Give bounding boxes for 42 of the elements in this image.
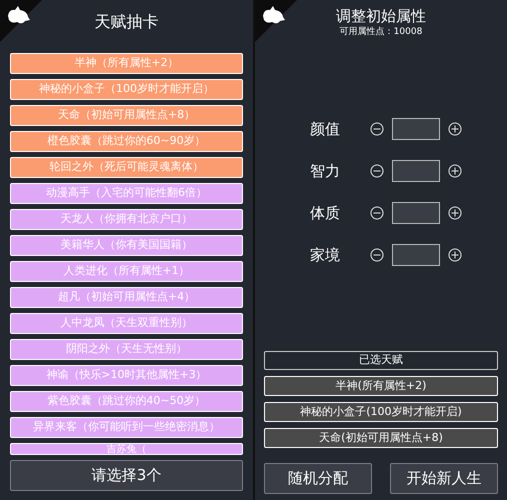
value-field[interactable] <box>392 160 440 182</box>
minus-icon[interactable] <box>370 122 384 136</box>
talent-card[interactable]: 橙色胶囊（跳过你的60~90岁） <box>10 131 243 152</box>
select-button[interactable]: 请选择3个 <box>10 460 243 491</box>
talent-card[interactable]: 神谕（快乐>10时其他属性+3） <box>10 365 243 386</box>
talent-card[interactable]: 天命（初始可用属性点+8） <box>10 105 243 126</box>
plus-icon[interactable] <box>448 206 462 220</box>
talent-card[interactable]: 神秘的小盒子（100岁时才能开启） <box>10 79 243 100</box>
plus-icon[interactable] <box>448 164 462 178</box>
minus-icon[interactable] <box>370 248 384 262</box>
talent-card[interactable]: 天龙人（你拥有北京户口） <box>10 209 243 230</box>
attribute-label: 家境 <box>310 244 341 266</box>
value-field[interactable] <box>392 202 440 224</box>
selected-talent: 半神(所有属性+2) <box>264 376 498 396</box>
talent-card[interactable]: 超凡（初始可用属性点+4） <box>10 287 243 308</box>
points-label: 可用属性点：10008 <box>340 26 422 38</box>
selected-talent: 神秘的小盒子(100岁时才能开启) <box>264 402 498 422</box>
plus-icon[interactable] <box>448 248 462 262</box>
screen-title: 天赋抽卡 <box>94 11 158 33</box>
action-button[interactable]: 开始新人生 <box>390 463 498 494</box>
attribute-label: 体质 <box>310 202 341 224</box>
selected-talent: 天命(初始可用属性点+8) <box>264 428 498 448</box>
screen-title: 调整初始属性 <box>336 6 426 26</box>
attribute-label: 智力 <box>310 160 341 182</box>
selected-header: 已选天赋 <box>264 351 498 370</box>
talent-card[interactable]: 半神（所有属性+2） <box>10 53 243 74</box>
plus-icon[interactable] <box>448 122 462 136</box>
talent-card[interactable]: 吉苏兔（ <box>10 443 243 455</box>
talent-card[interactable]: 美籍华人（你有美国国籍） <box>10 235 243 256</box>
talent-card[interactable]: 人类进化（所有属性+1） <box>10 261 243 282</box>
value-field[interactable] <box>392 244 440 266</box>
talent-card[interactable]: 动漫高手（入宅的可能性翻6倍） <box>10 183 243 204</box>
minus-icon[interactable] <box>370 206 384 220</box>
talent-card[interactable]: 异界来客（你可能听到一些绝密消息） <box>10 417 243 438</box>
minus-icon[interactable] <box>370 164 384 178</box>
talent-card[interactable]: 紫色胶囊（跳过你的40~50岁） <box>10 391 243 412</box>
talent-card[interactable]: 人中龙凤（天生双重性别） <box>10 313 243 334</box>
talent-card[interactable]: 轮回之外（死后可能灵魂离体） <box>10 157 243 178</box>
talent-card[interactable]: 阴阳之外（天生无性别） <box>10 339 243 360</box>
attribute-label: 颜值 <box>310 118 341 140</box>
action-button[interactable]: 随机分配 <box>264 463 372 494</box>
value-field[interactable] <box>392 118 440 140</box>
